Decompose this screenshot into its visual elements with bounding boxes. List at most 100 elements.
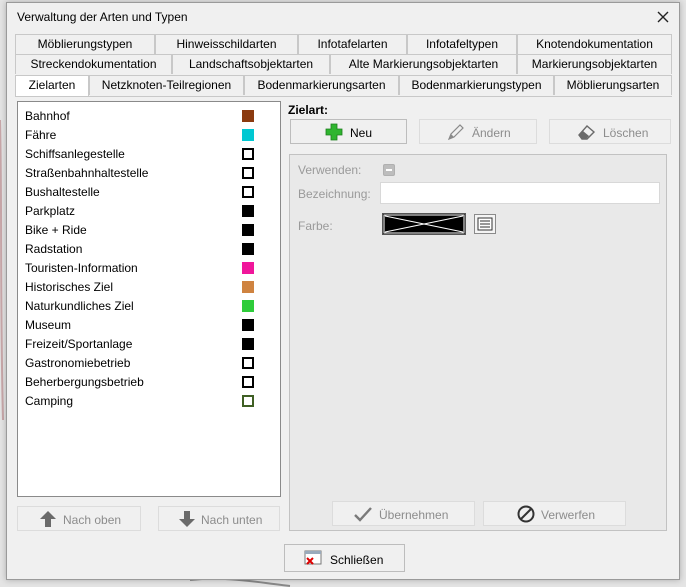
tab-bodenmarkierungsarten[interactable]: Bodenmarkierungsarten — [244, 75, 399, 95]
name-input[interactable] — [380, 182, 660, 204]
list-item[interactable]: Gastronomiebetrieb — [25, 354, 270, 373]
color-swatch — [242, 243, 254, 255]
dialog-window: Verwaltung der Arten und Typen Möblierun… — [6, 2, 680, 580]
tab-markierungsobjektarten[interactable]: Markierungsobjektarten — [517, 54, 672, 74]
list-item[interactable]: Bahnhof — [25, 107, 270, 126]
detail-panel: Verwenden: Bezeichnung: Farbe: Übernehme… — [289, 154, 667, 531]
list-item-label: Bahnhof — [25, 109, 70, 123]
list-item[interactable]: Bike + Ride — [25, 221, 270, 240]
window-title: Verwaltung der Arten und Typen — [17, 10, 188, 24]
list-item[interactable]: Freizeit/Sportanlage — [25, 335, 270, 354]
color-swatch — [242, 167, 254, 179]
list-item-label: Fähre — [25, 128, 57, 142]
use-label: Verwenden: — [298, 163, 362, 177]
tab-streckendokumentation[interactable]: Streckendokumentation — [15, 54, 172, 74]
color-swatch — [242, 300, 254, 312]
tab-infotafeltypen[interactable]: Infotafeltypen — [407, 34, 517, 54]
list-item[interactable]: Parkplatz — [25, 202, 270, 221]
color-swatch — [242, 338, 254, 350]
color-swatch — [242, 357, 254, 369]
checkmark-icon — [354, 507, 372, 522]
new-button[interactable]: Neu — [290, 119, 407, 144]
color-swatch — [242, 148, 254, 160]
list-item-label: Bike + Ride — [25, 223, 87, 237]
list-item-label: Museum — [25, 318, 72, 332]
delete-label: Löschen — [603, 126, 649, 140]
forbidden-icon — [517, 505, 535, 523]
palette-list-icon — [477, 217, 493, 231]
color-swatch — [242, 129, 254, 141]
color-label: Farbe: — [298, 219, 333, 233]
list-item[interactable]: Historisches Ziel — [25, 278, 270, 297]
discard-label: Verwerfen — [541, 508, 596, 522]
list-item-label: Bushaltestelle — [25, 185, 100, 199]
list-item[interactable]: Straßenbahnhaltestelle — [25, 164, 270, 183]
list-item-label: Naturkundliches Ziel — [25, 299, 134, 313]
list-item-label: Straßenbahnhaltestelle — [25, 166, 149, 180]
delete-button[interactable]: Löschen — [549, 119, 671, 144]
color-picker-button[interactable] — [474, 214, 496, 234]
green-plus-icon — [325, 123, 343, 141]
tab-moeblierungsarten[interactable]: Möblierungsarten — [554, 75, 672, 95]
zielarten-list[interactable]: Bahnhof Fähre Schiffsanlegestelle Straße… — [17, 101, 281, 497]
tab-bodenmarkierungstypen[interactable]: Bodenmarkierungstypen — [399, 75, 554, 95]
list-item[interactable]: Camping — [25, 392, 270, 411]
list-item-label: Gastronomiebetrieb — [25, 356, 131, 370]
color-swatch — [242, 205, 254, 217]
list-item-label: Touristen-Information — [25, 261, 138, 275]
tab-infotafelarten[interactable]: Infotafelarten — [298, 34, 407, 54]
color-swatch — [242, 186, 254, 198]
tab-alte-markierungsobjektarten[interactable]: Alte Markierungsobjektarten — [330, 54, 517, 74]
list-item-label: Camping — [25, 394, 74, 408]
tab-moeblierungstypen[interactable]: Möblierungstypen — [15, 34, 155, 54]
list-item[interactable]: Bushaltestelle — [25, 183, 270, 202]
pencil-icon — [447, 124, 464, 141]
arrow-up-icon — [40, 511, 56, 527]
move-down-label: Nach unten — [201, 513, 263, 527]
list-item-label: Beherbergungsbetrieb — [25, 375, 144, 389]
close-icon — [657, 11, 669, 23]
list-item[interactable]: Radstation — [25, 240, 270, 259]
new-label: Neu — [350, 126, 373, 140]
list-item[interactable]: Naturkundliches Ziel — [25, 297, 270, 316]
zielart-heading: Zielart: — [288, 103, 329, 117]
exit-window-icon — [304, 550, 322, 565]
close-dialog-label: Schließen — [330, 553, 384, 567]
name-label: Bezeichnung: — [298, 187, 371, 201]
tab-zielarten[interactable]: Zielarten — [15, 75, 89, 96]
no-color-cross-icon — [383, 214, 465, 234]
tab-landschaftsobjektarten[interactable]: Landschaftsobjektarten — [172, 54, 330, 74]
list-item[interactable]: Museum — [25, 316, 270, 335]
list-item-label: Radstation — [25, 242, 83, 256]
tab-content-border — [15, 96, 672, 97]
color-swatch — [242, 376, 254, 388]
apply-label: Übernehmen — [379, 508, 449, 522]
discard-button[interactable]: Verwerfen — [483, 501, 626, 526]
list-item-label: Historisches Ziel — [25, 280, 114, 294]
list-item[interactable]: Schiffsanlegestelle — [25, 145, 270, 164]
move-up-label: Nach oben — [63, 513, 122, 527]
tab-hinweisschildarten[interactable]: Hinweisschildarten — [155, 34, 298, 54]
tab-netzknoten-teilregionen[interactable]: Netzknoten-Teilregionen — [89, 75, 244, 95]
list-item[interactable]: Fähre — [25, 126, 270, 145]
color-swatch — [242, 110, 254, 122]
list-item-label: Parkplatz — [25, 204, 76, 218]
apply-button[interactable]: Übernehmen — [332, 501, 475, 526]
move-down-button[interactable]: Nach unten — [158, 506, 280, 531]
close-button[interactable] — [653, 7, 673, 27]
color-swatch — [242, 224, 254, 236]
list-item[interactable]: Touristen-Information — [25, 259, 270, 278]
color-swatch — [242, 262, 254, 274]
tab-knotendokumentation[interactable]: Knotendokumentation — [517, 34, 672, 54]
color-preview[interactable] — [382, 213, 466, 235]
list-item-label: Schiffsanlegestelle — [25, 147, 125, 161]
move-up-button[interactable]: Nach oben — [17, 506, 141, 531]
title-bar: Verwaltung der Arten und Typen — [7, 3, 679, 31]
color-swatch — [242, 319, 254, 331]
close-dialog-button[interactable]: Schließen — [284, 544, 405, 572]
color-swatch — [242, 281, 254, 293]
edit-button[interactable]: Ändern — [419, 119, 537, 144]
use-checkbox[interactable] — [383, 164, 395, 176]
list-item[interactable]: Beherbergungsbetrieb — [25, 373, 270, 392]
color-swatch — [242, 395, 254, 407]
